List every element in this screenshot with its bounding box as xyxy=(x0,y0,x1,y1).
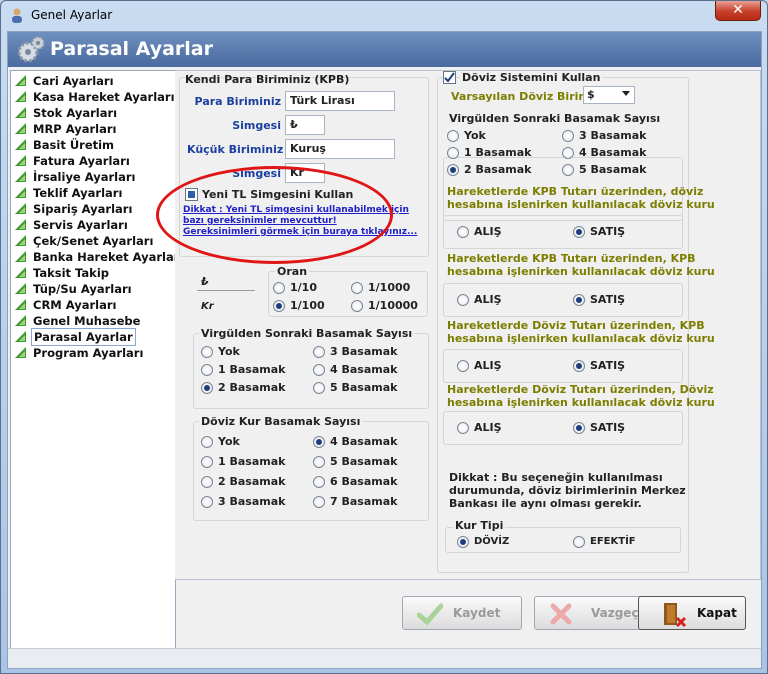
close-button[interactable]: ✕ xyxy=(715,1,761,21)
window-title: Genel Ayarlar xyxy=(31,8,113,22)
triangle-icon xyxy=(15,187,26,198)
triangle-icon xyxy=(15,171,26,182)
kur-section-3-line2: hesabına işlenirken kullanılacak döviz k… xyxy=(447,332,715,345)
kur-section-2-line1: Hareketlerde KPB Tutarı üzerinden, KPB xyxy=(447,252,696,265)
doviz-virgul-title: Virgülden Sonraki Basamak Sayısı xyxy=(449,112,661,125)
sidebar-item-crm[interactable]: CRM Ayarları xyxy=(13,297,173,313)
page-title: Parasal Ayarlar xyxy=(50,38,213,60)
triangle-icon xyxy=(15,91,26,102)
triangle-icon xyxy=(15,267,26,278)
dikkat-note-line2: durumunda, döviz birimlerinin Merkez xyxy=(449,484,686,497)
sidebar-item-program[interactable]: Program Ayarları xyxy=(13,345,173,361)
triangle-icon xyxy=(15,219,26,230)
sidebar-item-siparis[interactable]: Sipariş Ayarları xyxy=(13,201,173,217)
sidebar-item-irsaliye[interactable]: İrsaliye Ayarları xyxy=(13,169,173,185)
oran-symbol-bottom: Kr xyxy=(201,301,214,312)
kur-tipi-title: Kur Tipi xyxy=(453,519,506,532)
varsayilan-doviz-label: Varsayılan Döviz Birimi xyxy=(451,90,594,103)
gear-icon xyxy=(17,36,45,63)
triangle-icon xyxy=(15,315,26,326)
checkmark-icon xyxy=(417,603,443,625)
doviz-sistemi-checkbox[interactable] xyxy=(443,71,456,84)
sidebar-item-fatura[interactable]: Fatura Ayarları xyxy=(13,153,173,169)
kucuk-birim-label: Küçük Biriminiz xyxy=(187,143,284,156)
settings-content: Kendi Para Biriminiz (KPB) Para Birimini… xyxy=(175,70,761,580)
triangle-icon xyxy=(15,251,26,262)
triangle-icon xyxy=(15,299,26,310)
doviz-kur-title: Döviz Kur Basamak Sayısı xyxy=(199,415,363,428)
sidebar-item-tup-su[interactable]: Tüp/Su Ayarları xyxy=(13,281,173,297)
exit-door-icon xyxy=(664,603,687,628)
simgesi-label: Simgesi xyxy=(232,119,281,132)
app-icon xyxy=(12,8,22,23)
sidebar-item-mrp[interactable]: MRP Ayarları xyxy=(13,121,173,137)
kpb-group-title: Kendi Para Biriminiz (KPB) xyxy=(185,73,350,86)
highlight-oval xyxy=(156,166,393,264)
dikkat-note-line3: Bankası ile aynı olması gerekir. xyxy=(449,497,642,510)
triangle-icon xyxy=(15,331,26,342)
virgul-title: Virgülden Sonraki Basamak Sayısı xyxy=(199,327,415,340)
kur-section-3-line1: Hareketlerde Döviz Tutarı üzerinden, KPB xyxy=(447,319,705,332)
dikkat-note-line1: Dikkat : Bu seçeneğin kullanılması xyxy=(449,471,663,484)
sidebar-item-cek-senet[interactable]: Çek/Senet Ayarları xyxy=(13,233,173,249)
triangle-icon xyxy=(15,235,26,246)
vazgec-button[interactable]: Vazgeç xyxy=(534,596,654,630)
para-birimi-input[interactable]: Türk Lirası xyxy=(285,91,395,111)
status-bar xyxy=(8,648,761,668)
triangle-icon xyxy=(15,107,26,118)
para-birimi-label: Para Biriminiz xyxy=(194,95,281,108)
page-header: Parasal Ayarlar xyxy=(8,32,761,67)
sidebar: Cari Ayarları Kasa Hareket Ayarları Stok… xyxy=(10,70,183,666)
varsayilan-doviz-select[interactable]: $ xyxy=(583,86,635,104)
kur-section-4-line1: Hareketlerde Döviz Tutarı üzerinden, Döv… xyxy=(447,383,714,396)
triangle-icon xyxy=(15,203,26,214)
sidebar-item-taksit[interactable]: Taksit Takip xyxy=(13,265,173,281)
kaydet-button[interactable]: Kaydet xyxy=(402,596,522,630)
oran-title: Oran xyxy=(275,265,310,278)
kapat-button[interactable]: Kapat xyxy=(638,596,746,630)
sidebar-item-parasal[interactable]: Parasal Ayarlar xyxy=(13,328,173,346)
triangle-icon xyxy=(15,123,26,134)
sidebar-item-banka[interactable]: Banka Hareket Ayarları xyxy=(13,249,183,265)
oran-symbol-top: ₺ xyxy=(201,275,209,288)
simgesi-input[interactable]: ₺ xyxy=(285,115,325,135)
sidebar-item-stok[interactable]: Stok Ayarları xyxy=(13,105,173,121)
triangle-icon xyxy=(15,347,26,358)
kur-section-1-line1: Hareketlerde KPB Tutarı üzerinden, döviz xyxy=(447,185,704,198)
sidebar-item-genel-muhasebe[interactable]: Genel Muhasebe xyxy=(13,313,173,329)
triangle-icon xyxy=(15,75,26,86)
cancel-x-icon xyxy=(550,603,572,625)
sidebar-item-servis[interactable]: Servis Ayarları xyxy=(13,217,173,233)
triangle-icon xyxy=(15,155,26,166)
settings-window: Genel Ayarlar ✕ Parasal Ayarlar Cari Aya… xyxy=(0,0,768,674)
client-area: Parasal Ayarlar Cari Ayarları Kasa Harek… xyxy=(7,31,762,669)
triangle-icon xyxy=(15,139,26,150)
chevron-down-icon xyxy=(622,91,630,96)
kur-section-2-line2: hesabına işlenirken kullanılacak döviz k… xyxy=(447,265,715,278)
triangle-icon xyxy=(15,283,26,294)
title-bar[interactable]: Genel Ayarlar ✕ xyxy=(1,1,767,29)
kur-section-4-line2: hesabına işlenirken kullanılacak döviz k… xyxy=(447,396,715,409)
sidebar-item-cari[interactable]: Cari Ayarları xyxy=(13,73,173,89)
oran-divider xyxy=(197,290,255,291)
sidebar-item-kasa[interactable]: Kasa Hareket Ayarları xyxy=(13,89,175,105)
kucuk-birim-input[interactable]: Kuruş xyxy=(285,139,395,159)
doviz-sistemi-label: Döviz Sistemini Kullan xyxy=(460,71,603,84)
sidebar-item-teklif[interactable]: Teklif Ayarları xyxy=(13,185,173,201)
sidebar-item-basit-uretim[interactable]: Basit Üretim xyxy=(13,137,173,153)
kur-section-1-line2: hesabına islenirken kullanılacak döviz k… xyxy=(447,198,715,211)
